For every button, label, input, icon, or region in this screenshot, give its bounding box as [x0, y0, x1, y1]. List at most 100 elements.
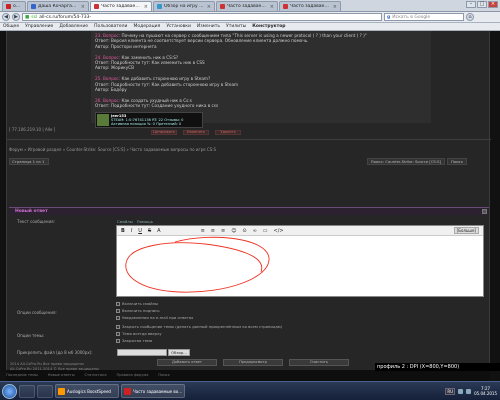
breadcrumb[interactable]: Форум » Игровой раздел » Counter-Strike:…: [9, 147, 216, 152]
editor-tool-button[interactable]: S: [148, 228, 151, 234]
browser-tab[interactable]: Часто задаваемые воп...×: [216, 1, 278, 11]
clock[interactable]: 7:27 05.04.2015: [474, 386, 497, 396]
editor-more-button[interactable]: [Больше]: [453, 227, 479, 234]
editor-tool-button[interactable]: ⊙: [242, 228, 246, 234]
option-signature[interactable]: Включить подпись: [116, 308, 160, 313]
footer-link[interactable]: Поиск: [158, 373, 169, 377]
topic-option-3[interactable]: Закрытая тема: [116, 338, 152, 343]
topic-option-1[interactable]: Закрыть сообщение темы (делать данный пр…: [116, 324, 282, 329]
menu-item[interactable]: Конструктор: [252, 24, 285, 29]
forum-search-button[interactable]: Поиск: [446, 158, 467, 165]
post-line-text: Ответ: Подробности тут: Как добавить сто…: [95, 81, 239, 87]
editor-tool-button[interactable]: ▭: [263, 228, 268, 234]
topic-option-2[interactable]: Тема всегда вверху: [116, 331, 162, 336]
file-input[interactable]: [117, 349, 167, 356]
footer-link[interactable]: Новые ответы: [48, 373, 75, 377]
forward-icon[interactable]: ▶: [12, 13, 20, 21]
tab-close-icon[interactable]: ×: [333, 4, 337, 10]
menu-item[interactable]: Установки: [166, 24, 191, 29]
tab-close-icon[interactable]: ×: [144, 4, 148, 10]
browser-tab[interactable]: Часто задаваемые воп...×: [279, 1, 341, 11]
search-box[interactable]: g Искать в Google: [384, 13, 464, 21]
checkbox-signature[interactable]: [116, 308, 120, 313]
menu-item[interactable]: Общее: [3, 24, 19, 29]
browser-tab[interactable]: Даша Кочаргатова ×: [27, 1, 89, 11]
quote-button[interactable]: Цитировать: [151, 130, 177, 135]
editor-tool-button[interactable]: ∞: [253, 228, 257, 234]
question-number: 24.: [95, 54, 102, 60]
post-line-text: Ответ: Версия клиента не соответствует в…: [95, 38, 309, 44]
maximize-button[interactable]: □: [477, 1, 487, 8]
message-editor: B I U S A ≡ ≡ ≡ ☺ ⊙ ∞ ▭ </> [Больше]: [116, 225, 484, 297]
submit-reply-button[interactable]: Добавить ответ: [157, 359, 217, 366]
menu-item[interactable]: Добавление: [59, 24, 88, 29]
back-icon[interactable]: ◀: [2, 13, 10, 21]
editor-tool-button[interactable]: </>: [274, 228, 284, 234]
forum-search-select[interactable]: Поиск: Counter-Strike: Source [CS:S]: [366, 158, 445, 165]
tab-close-icon[interactable]: ×: [207, 4, 211, 10]
menu-item[interactable]: Модерация: [133, 24, 160, 29]
network-icon[interactable]: [458, 388, 464, 394]
browser-navbar: ◀ ▶ ■ ssl all-cs.ru/forum/54-733- g Иска…: [0, 12, 500, 23]
quicklaunch-explorer-icon[interactable]: [19, 384, 35, 398]
address-bar[interactable]: ■ ssl all-cs.ru/forum/54-733-: [22, 13, 382, 21]
editor-tool-button[interactable]: B: [121, 228, 125, 234]
page-indicator[interactable]: Страница 1 из 1: [9, 158, 49, 165]
editor-tool-button[interactable]: ☺: [231, 228, 236, 234]
footer-link[interactable]: Статистика: [85, 373, 107, 377]
taskbar-app-browser[interactable]: Часто задаваемые во...: [121, 384, 185, 398]
tab-favicon-icon: [283, 4, 288, 9]
tab-favicon-icon: [94, 4, 99, 9]
edit-button[interactable]: Изменить: [183, 130, 209, 135]
editor-tool-button[interactable]: ≡: [211, 228, 215, 234]
checkbox-email[interactable]: [116, 315, 120, 320]
footer-link[interactable]: Последние темы: [6, 373, 38, 377]
delete-button[interactable]: Удалить: [215, 130, 241, 135]
menu-item[interactable]: Пользователи: [94, 24, 127, 29]
preview-button[interactable]: Предпросмотр: [223, 359, 283, 366]
system-tray: RU 7:27 05.04.2015: [445, 386, 500, 396]
editor-tool-button[interactable]: ≡: [201, 228, 205, 234]
editor-tool-button[interactable]: A: [157, 228, 160, 234]
footer-link[interactable]: Правила форума: [117, 373, 149, 377]
quicklaunch-browser-icon[interactable]: [37, 384, 53, 398]
option-smilies[interactable]: Включить смайлы: [116, 301, 158, 306]
editor-tool-button[interactable]: I: [131, 228, 132, 234]
browser-tab[interactable]: Часто задаваемые воп...×: [90, 1, 152, 11]
post-line-text: Почему на пушают на сервер с сообщением …: [121, 33, 367, 38]
language-indicator[interactable]: RU: [445, 387, 456, 395]
tab-close-icon[interactable]: ×: [270, 4, 274, 10]
post-line-text: Как добавить стороннюю игру в Steam?: [121, 76, 211, 82]
post-lines: 23. Вопрос: Почему на пушают на сервер с…: [95, 33, 427, 109]
tab-close-icon[interactable]: ×: [81, 4, 85, 10]
cms-menu-bar: Общее Управление Добавление Пользователи Мод…: [0, 23, 500, 31]
taskbar-app-boostspeed[interactable]: Auslogics BoostSpeed: [55, 384, 119, 398]
tab-help[interactable]: Помощь: [137, 219, 153, 224]
home-icon[interactable]: ⌂: [466, 13, 474, 21]
close-window-button[interactable]: ×: [488, 1, 498, 8]
browser-tab[interactable]: Обзор на игру FIFA 15 ...×: [153, 1, 215, 11]
checkbox-topic-3[interactable]: [116, 338, 120, 343]
browse-button[interactable]: Обзор...: [168, 349, 190, 356]
editor-tool-button[interactable]: U: [138, 228, 142, 234]
menu-item[interactable]: Утилиты: [226, 24, 246, 29]
menu-item[interactable]: Изменить: [197, 24, 220, 29]
tab-smilies[interactable]: Смайлы: [117, 219, 133, 224]
checkbox-topic-1[interactable]: [116, 324, 120, 329]
tab-favicon-icon: [6, 4, 11, 9]
option-email[interactable]: Уведомления на e-mail при ответах: [116, 315, 193, 320]
clear-button[interactable]: Очистить: [289, 359, 349, 366]
checkbox-topic-2[interactable]: [116, 331, 120, 336]
browser-tab[interactable]: opera: [2, 1, 26, 11]
collapse-icon[interactable]: [482, 209, 487, 214]
editor-tool-button[interactable]: ≡: [221, 228, 225, 234]
checkbox-smilies[interactable]: [116, 301, 120, 306]
menu-item[interactable]: Управление: [25, 24, 53, 29]
taskbar-app-label: Часто задаваемые во...: [133, 388, 183, 394]
message-textarea[interactable]: [117, 236, 483, 298]
start-button[interactable]: [2, 383, 17, 399]
volume-icon[interactable]: [466, 388, 472, 394]
minimize-button[interactable]: –: [466, 1, 476, 8]
post-line-text: Автор: Простори интернета: [95, 43, 157, 49]
dpi-overlay: профиль 2 : DPI (X=800,Y=800): [375, 363, 500, 371]
